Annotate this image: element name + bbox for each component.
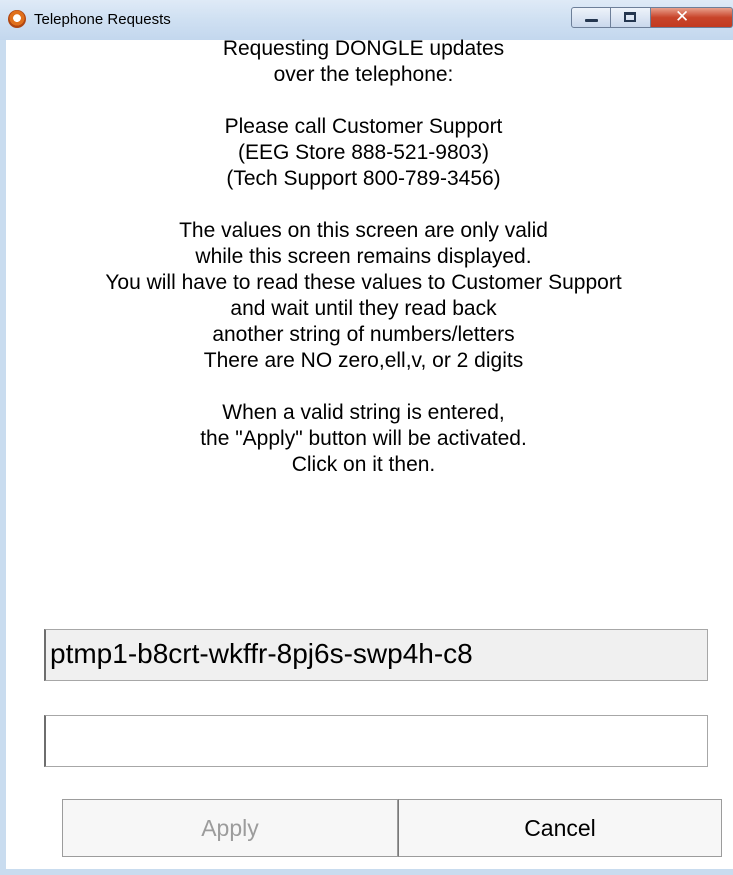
window-title: Telephone Requests <box>34 11 171 28</box>
app-icon <box>8 10 26 28</box>
instruction-line: over the telephone: <box>273 63 454 86</box>
instruction-line: while this screen remains displayed. <box>195 245 532 268</box>
request-code-field[interactable]: ptmp1-b8crt-wkffr-8pj6s-swp4h-c8 <box>44 629 708 681</box>
minimize-icon <box>585 19 598 22</box>
instruction-line: (Tech Support 800-789-3456) <box>226 167 501 190</box>
instruction-line: Click on it then. <box>291 453 436 476</box>
instruction-line: and wait until they read back <box>230 297 497 320</box>
maximize-icon <box>624 12 636 22</box>
instruction-line: You will have to read these values to Cu… <box>105 271 622 294</box>
instruction-line: Please call Customer Support <box>224 115 503 138</box>
instruction-line: (EEG Store 888-521-9803) <box>238 141 489 164</box>
instruction-line: the "Apply" button will be activated. <box>200 427 527 450</box>
cancel-button[interactable]: Cancel <box>398 799 722 857</box>
instruction-line: Requesting DONGLE updates <box>222 37 505 60</box>
close-icon: ✕ <box>675 7 690 27</box>
apply-button[interactable]: Apply <box>62 799 398 857</box>
minimize-button[interactable] <box>571 7 611 28</box>
response-code-input[interactable] <box>44 715 708 767</box>
instruction-line: The values on this screen are only valid <box>179 219 548 242</box>
close-button[interactable]: ✕ <box>651 7 733 28</box>
instruction-line: another string of numbers/letters <box>212 323 515 346</box>
window-frame-bottom <box>0 869 733 875</box>
maximize-button[interactable] <box>611 7 651 28</box>
telephone-requests-window: Telephone Requests ✕ Requesting DONGLE u… <box>0 0 733 875</box>
instruction-line: There are NO zero,ell,v, or 2 digits <box>203 349 524 372</box>
title-bar[interactable]: Telephone Requests ✕ <box>0 0 733 40</box>
instructions-text: Requesting DONGLE updates over the telep… <box>0 36 733 478</box>
instruction-line: When a valid string is entered, <box>222 401 505 424</box>
